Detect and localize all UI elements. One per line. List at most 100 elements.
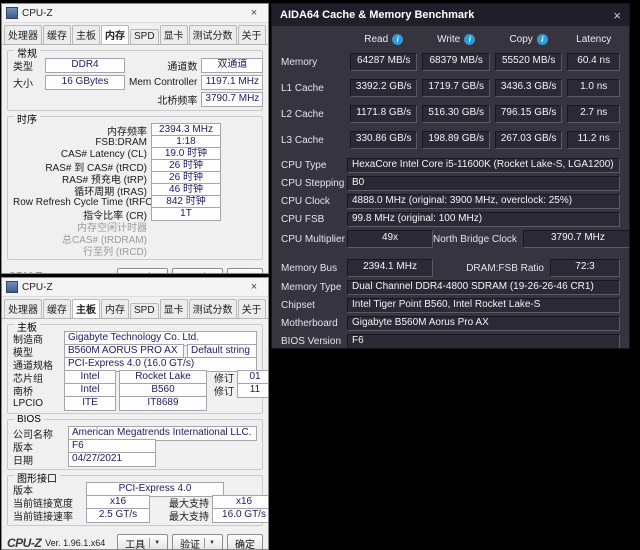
cpu-clock-label: CPU Clock [281,196,347,207]
general-section: 常规 类型 DDR4 通道数 双通道 大小 16 GBytes Mem Cont… [7,50,263,111]
l1-write-value: 1719.7 GB/s [422,79,489,97]
read-column-header: Readi [350,34,417,45]
cpuz-mainboard-window: CPU-Z × 处理器 缓存 主板 内存 SPD 显卡 测试分数 关于 主板 制… [1,277,269,550]
tab-cpu[interactable]: 处理器 [4,25,42,44]
tab-memory[interactable]: 内存 [101,25,129,44]
cpu-fsb-value: 99.8 MHz (original: 100 MHz) [347,212,620,227]
ok-button[interactable]: 确定 [227,268,263,274]
chipset-value: Intel Tiger Point B560, Intel Rocket Lak… [347,298,620,313]
tools-button[interactable]: 工具▼ [117,268,168,274]
tab-cpu[interactable]: 处理器 [4,299,42,318]
timing-label: FSB:DRAM [13,137,151,148]
tools-button-label: 工具 [125,536,145,550]
l2-write-value: 516.30 GB/s [422,105,489,123]
lpcio-model-value: IT8689 [119,396,207,411]
lpcio-vendor-value: ITE [64,396,116,411]
copy-header-label: Copy [509,34,532,45]
l2-read-value: 1171.8 GB/s [350,105,417,123]
bios-date-label: 日期 [13,452,65,467]
tab-caches[interactable]: 缓存 [43,25,71,44]
info-icon[interactable]: i [464,34,475,45]
info-row: Memory Type Dual Channel DDR4-4800 SDRAM… [281,280,620,295]
cpu-multiplier-label: CPU Multiplier [281,234,347,245]
memory-type-label: Memory Type [281,282,347,293]
window-title: CPU-Z [22,8,240,19]
version-text: Ver. 1.96.1.x64 [45,272,105,274]
southbridge-label: 南桥 [13,383,61,398]
bench-row-label: L3 Cache [281,135,345,146]
info-icon[interactable]: i [537,34,548,45]
validate-button[interactable]: 验证▼ [172,268,223,274]
cpu-stepping-label: CPU Stepping [281,178,347,189]
dropdown-caret-icon: ▼ [149,272,160,274]
info-icon[interactable]: i [392,34,403,45]
aida64-titlebar[interactable]: AIDA64 Cache & Memory Benchmark × [272,4,629,26]
tab-mainboard[interactable]: 主板 [72,299,100,318]
timing-label: 循环周期 (tRAS) [13,183,151,198]
tab-graphics[interactable]: 显卡 [160,25,188,44]
southbridge-revision-value: 11 [237,383,269,398]
close-icon[interactable]: × [603,8,621,23]
nb-frequency-label: 北桥频率 [129,92,197,107]
tools-button[interactable]: 工具▼ [117,534,168,550]
info-row: CPU Type HexaCore Intel Core i5-11600K (… [281,158,620,173]
memory-type-value: Dual Channel DDR4-4800 SDRAM (19-26-26-4… [347,280,620,295]
close-icon[interactable]: × [244,281,264,293]
info-row: Memory Bus 2394.1 MHz DRAM:FSB Ratio 72:… [281,259,620,277]
l3-copy-value: 267.03 GB/s [495,131,562,149]
tab-about[interactable]: 关于 [238,299,266,318]
close-icon[interactable]: × [244,7,264,19]
controller-label: Mem Controller [129,77,197,88]
tab-graphics[interactable]: 显卡 [160,299,188,318]
cpu-multiplier-value: 49x [347,230,433,248]
l3-latency-value: 11.2 ns [567,131,620,149]
ok-button[interactable]: 确定 [227,534,263,550]
tab-spd[interactable]: SPD [130,29,159,44]
desktop: CPU-Z × 处理器 缓存 主板 内存 SPD 显卡 测试分数 关于 常规 类… [0,0,640,550]
write-header-label: Write [437,34,460,45]
cpu-stepping-value: B0 [347,176,620,191]
link-speed-value: 2.5 GT/s [86,508,150,523]
info-row: CPU Stepping B0 [281,176,620,191]
cpu-fsb-label: CPU FSB [281,214,347,225]
l3-read-value: 330.86 GB/s [350,131,417,149]
cpu-type-label: CPU Type [281,160,347,171]
tab-memory[interactable]: 内存 [101,299,129,318]
l1-latency-value: 1.0 ns [567,79,620,97]
tab-caches[interactable]: 缓存 [43,299,71,318]
nb-frequency-value: 3790.7 MHz [201,92,263,107]
tab-bench[interactable]: 测试分数 [189,25,237,44]
memory-copy-value: 55520 MB/s [495,53,562,71]
size-value: 16 GBytes [45,75,125,90]
cpuz-mainboard-titlebar[interactable]: CPU-Z × [2,278,268,297]
cpuz-mainboard-tabbar: 处理器 缓存 主板 内存 SPD 显卡 测试分数 关于 [2,297,268,319]
tab-mainboard[interactable]: 主板 [72,25,100,44]
motherboard-label: Motherboard [281,318,347,329]
cpuz-logo: CPU-Z [7,536,41,550]
section-title: 常规 [14,45,40,60]
channels-label: 通道数 [129,58,197,73]
aida64-body: Readi Writei Copyi Latency Memory 64287 … [272,26,629,349]
tab-spd[interactable]: SPD [130,303,159,318]
tab-about[interactable]: 关于 [238,25,266,44]
info-row: CPU Multiplier 49x North Bridge Clock 37… [281,230,620,248]
cpuz-memory-titlebar[interactable]: CPU-Z × [2,4,268,23]
size-label: 大小 [13,75,41,90]
tab-bench[interactable]: 测试分数 [189,299,237,318]
validate-button-label: 验证 [180,270,200,275]
controller-value: 1197.1 MHz [201,75,263,90]
memory-latency-value: 60.4 ns [567,53,620,71]
info-row: Motherboard Gigabyte B560M Aorus Pro AX [281,316,620,331]
memory-bus-value: 2394.1 MHz [347,259,433,277]
section-title: 主板 [14,319,40,334]
validate-button[interactable]: 验证▼ [172,534,223,550]
timing-label: 行至列 (tRCD) [13,243,151,258]
aida64-window: AIDA64 Cache & Memory Benchmark × Readi … [271,3,630,349]
timings-section: 时序 内存频率 2394.3 MHz FSB:DRAM 1:18 CAS# La… [7,116,263,260]
cpuz-memory-window: CPU-Z × 处理器 缓存 主板 内存 SPD 显卡 测试分数 关于 常规 类… [1,3,269,274]
info-row: BIOS Version F6 [281,334,620,349]
channels-value: 双通道 [201,58,263,73]
info-row: CPU Clock 4888.0 MHz (original: 3900 MHz… [281,194,620,209]
l1-read-value: 3392.2 GB/s [350,79,417,97]
graphic-interface-section: 图形接口 版本 PCI-Express 4.0 当前链接宽度 x16 最大支持 … [7,475,263,526]
